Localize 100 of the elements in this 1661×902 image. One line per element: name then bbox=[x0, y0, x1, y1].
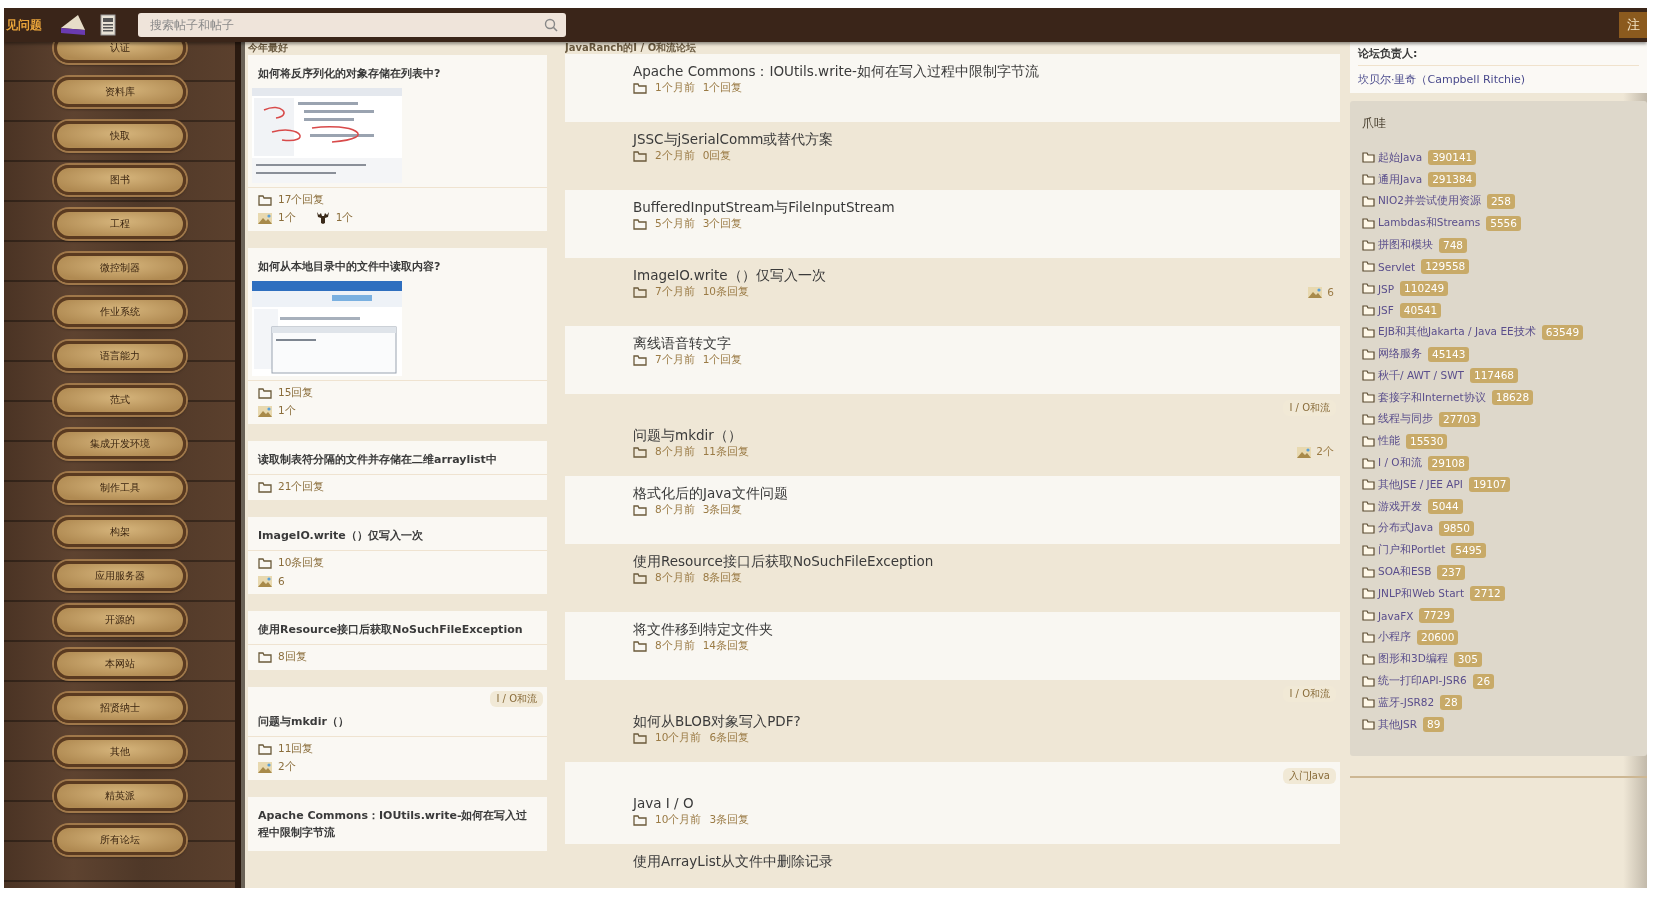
folder-icon bbox=[1362, 326, 1375, 338]
image-count: 1个 bbox=[278, 211, 296, 225]
topic-age: 7个月前 bbox=[655, 353, 695, 367]
forum-link[interactable]: 分布式Java bbox=[1378, 521, 1434, 536]
topic-title-link[interactable]: JSSC与jSerialComm或替代方案 bbox=[633, 130, 1334, 148]
forum-category-button[interactable]: 认证 bbox=[53, 42, 186, 63]
forum-link[interactable]: 通用Java bbox=[1378, 172, 1423, 187]
forum-category-button[interactable]: 精英派 bbox=[53, 781, 186, 811]
post-title-link[interactable]: 如何从本地目录中的文件中读取内容? bbox=[248, 258, 547, 281]
register-button[interactable]: 注 bbox=[1619, 12, 1647, 38]
topic-title-link[interactable]: Apache Commons：IOUtils.write-如何在写入过程中限制字节流 bbox=[633, 62, 1334, 80]
post-title-link[interactable]: 使用Resource接口后获取NoSuchFileException bbox=[248, 621, 547, 644]
image-icon bbox=[258, 212, 272, 224]
post-title-link[interactable]: ImageIO.write（）仅写入一次 bbox=[248, 527, 547, 550]
search-icon[interactable] bbox=[544, 18, 558, 32]
forum-link[interactable]: JSF bbox=[1378, 304, 1394, 317]
forum-link[interactable]: 拼图和模块 bbox=[1378, 238, 1433, 253]
topic-age: 8个月前 bbox=[655, 639, 695, 653]
topic-age: 5个月前 bbox=[655, 217, 695, 231]
folder-icon bbox=[1362, 174, 1375, 186]
forum-category-button[interactable]: 范式 bbox=[53, 385, 186, 415]
forum-category-button[interactable]: 构架 bbox=[53, 517, 186, 547]
topic-title-link[interactable]: 格式化后的Java文件问题 bbox=[633, 484, 1334, 502]
tag[interactable]: I / O和流 bbox=[490, 691, 543, 707]
forum-link[interactable]: Servlet bbox=[1378, 260, 1416, 273]
topic-title-link[interactable]: 离线语音转文字 bbox=[633, 334, 1334, 352]
forum-category-button[interactable]: 应用服务器 bbox=[53, 561, 186, 591]
forum-category-button[interactable]: 其他 bbox=[53, 737, 186, 767]
forum-link[interactable]: 起始Java bbox=[1378, 150, 1423, 165]
forum-category-button[interactable]: 招贤纳士 bbox=[53, 693, 186, 723]
topic-title-link[interactable]: 使用ArrayList从文件中删除记录 bbox=[633, 852, 1334, 870]
forum-link[interactable]: Lambdas和Streams bbox=[1378, 216, 1481, 231]
forum-link[interactable]: JNLP和Web Start bbox=[1378, 586, 1464, 601]
forum-link[interactable]: SOA和ESB bbox=[1378, 565, 1432, 580]
forum-category-button[interactable]: 微控制器 bbox=[53, 253, 186, 283]
folder-icon bbox=[633, 640, 647, 652]
post-title-link[interactable]: 读取制表符分隔的文件并存储在二维arraylist中 bbox=[248, 451, 547, 474]
topic-title-link[interactable]: 问题与mkdir（） bbox=[633, 426, 1334, 444]
post-title-link[interactable]: 问题与mkdir（） bbox=[248, 713, 547, 736]
post-count-badge: 390141 bbox=[1428, 150, 1477, 166]
topic-title-link[interactable]: ImageIO.write（）仅写入一次 bbox=[633, 266, 1334, 284]
forum-category-button[interactable]: 所有论坛 bbox=[53, 825, 186, 855]
forum-link[interactable]: 其他JSR bbox=[1378, 717, 1418, 732]
forum-link[interactable]: 秋千/ AWT / SWT bbox=[1378, 368, 1464, 383]
forum-link[interactable]: NIO2并尝试使用资源 bbox=[1378, 194, 1481, 209]
topic-title-link[interactable]: 使用Resource接口后获取NoSuchFileException bbox=[633, 552, 1334, 570]
search-field[interactable]: 搜索帖子和帖子 bbox=[138, 13, 566, 37]
post-title-link[interactable]: Apache Commons：IOUtils.write-如何在写入过程中限制字节流 bbox=[248, 807, 547, 847]
forum-category-button[interactable]: 制作工具 bbox=[53, 473, 186, 503]
reply-count: 3个回复 bbox=[702, 217, 743, 231]
forum-category-button[interactable]: 本网站 bbox=[53, 649, 186, 679]
forum-category-button[interactable]: 资料库 bbox=[53, 77, 186, 107]
folder-icon bbox=[633, 732, 647, 744]
folder-icon bbox=[258, 481, 272, 493]
forum-link[interactable]: JSP bbox=[1378, 282, 1395, 295]
post-count-badge: 40541 bbox=[1399, 302, 1442, 318]
forum-category-button[interactable]: 快取 bbox=[53, 121, 186, 151]
forum-category-button[interactable]: 集成开发环境 bbox=[53, 429, 186, 459]
forum-link[interactable]: 线程与同步 bbox=[1378, 412, 1433, 427]
topic-title-link[interactable]: Java I / O bbox=[633, 794, 1334, 812]
moderator-link[interactable]: 坎贝尔·里奇（Campbell Ritchie) bbox=[1358, 72, 1639, 87]
folder-icon bbox=[633, 354, 647, 366]
image-count: 1个 bbox=[278, 404, 296, 418]
forum-link[interactable]: 图形和3D编程 bbox=[1378, 652, 1448, 667]
folder-icon bbox=[633, 150, 647, 162]
forum-link[interactable]: 小程序 bbox=[1378, 630, 1411, 645]
staff-heading: 论坛负责人: bbox=[1358, 46, 1639, 66]
folder-icon bbox=[1362, 479, 1375, 491]
forum-link[interactable]: JavaFX bbox=[1378, 609, 1414, 622]
reply-count: 0回复 bbox=[702, 149, 732, 163]
forum-link[interactable]: 其他JSE / JEE API bbox=[1378, 477, 1463, 492]
forum-link[interactable]: 游戏开发 bbox=[1378, 499, 1422, 514]
document-icon[interactable] bbox=[100, 14, 116, 36]
forum-category-button[interactable]: 图书 bbox=[53, 165, 186, 195]
forum-category-button[interactable]: 工程 bbox=[53, 209, 186, 239]
forum-category-button[interactable]: 作业系统 bbox=[53, 297, 186, 327]
forum-link[interactable]: 统一打印API-JSR6 bbox=[1378, 674, 1467, 688]
forum-link[interactable]: I / O和流 bbox=[1378, 456, 1422, 471]
folder-icon bbox=[1362, 348, 1375, 360]
forum-link[interactable]: 套接字和Internet协议 bbox=[1378, 390, 1486, 405]
folder-icon bbox=[1362, 501, 1375, 513]
forum-link[interactable]: EJB和其他Jakarta / Java EE技术 bbox=[1378, 325, 1536, 340]
post-title-link[interactable]: 如何将反序列化的对象存储在列表中? bbox=[248, 65, 547, 88]
folder-icon bbox=[633, 446, 647, 458]
forum-link[interactable]: 网络服务 bbox=[1378, 347, 1422, 362]
post-count-badge: 5044 bbox=[1428, 499, 1463, 515]
tag[interactable]: 入门Java bbox=[1282, 768, 1336, 784]
forum-link[interactable]: 蓝牙-JSR82 bbox=[1378, 695, 1435, 710]
forum-link[interactable]: 门户和Portlet bbox=[1378, 543, 1446, 558]
folder-icon bbox=[1362, 675, 1375, 687]
faq-link[interactable]: 见问题 bbox=[6, 16, 56, 34]
pie-slice-icon[interactable] bbox=[60, 14, 86, 36]
topic-title-link[interactable]: 如何从BLOB对象写入PDF? bbox=[633, 712, 1334, 730]
folder-icon bbox=[258, 651, 272, 663]
forum-category-button[interactable]: 语言能力 bbox=[53, 341, 186, 371]
topic-title-link[interactable]: BufferedInputStream与FileInputStream bbox=[633, 198, 1334, 216]
topic-title-link[interactable]: 将文件移到特定文件夹 bbox=[633, 620, 1334, 638]
forum-link[interactable]: 性能 bbox=[1378, 434, 1400, 449]
moose-icon bbox=[315, 211, 330, 225]
forum-category-button[interactable]: 开源的 bbox=[53, 605, 186, 635]
